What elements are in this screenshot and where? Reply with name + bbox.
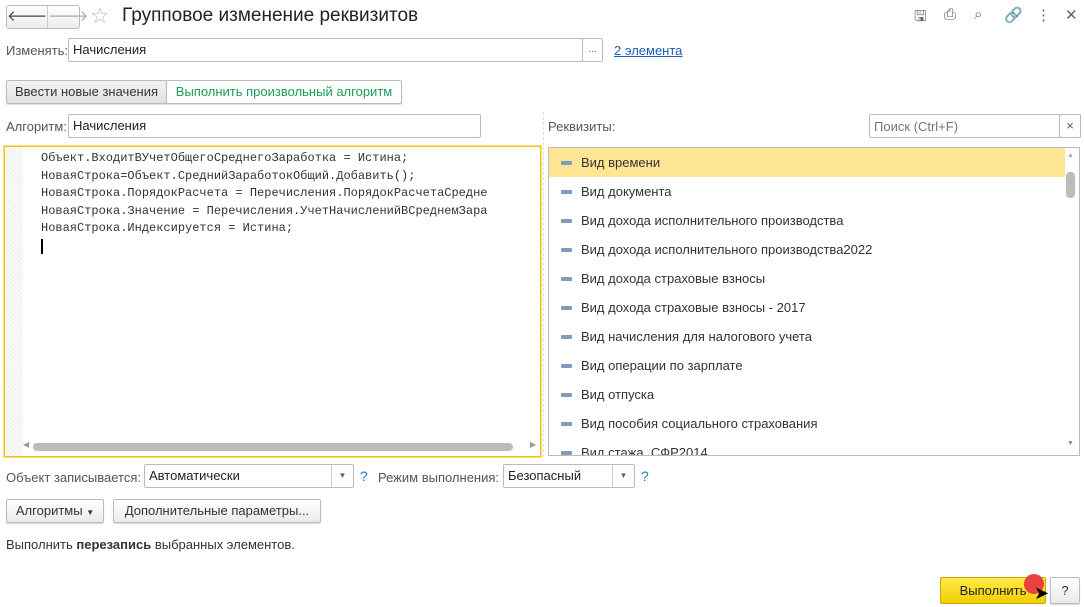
info-text: Выполнить перезапись выбранных элементов… [6,537,295,552]
close-icon[interactable]: ✕ [1065,6,1078,24]
horizontal-scrollbar[interactable]: ◀ ▶ [23,440,536,452]
attribute-icon [561,190,572,194]
list-item[interactable]: Вид отпуска [549,380,1065,409]
nav-buttons: 🡐 🡒 [6,5,88,29]
algorithms-button[interactable]: Алгоритмы ▼ [6,499,104,523]
attributes-list[interactable]: Вид времени Вид документа Вид дохода испол… [548,147,1080,456]
attribute-icon [561,364,572,368]
search-clear-button[interactable]: × [1059,114,1081,138]
mode-label: Режим выполнения: [378,470,500,485]
tab-new-values[interactable]: Ввести новые значения [6,80,167,104]
list-item[interactable]: Вид дохода страховые взносы - 2017 [549,293,1065,322]
list-item-label: Вид дохода страховые взносы [581,271,766,286]
attribute-icon [561,335,572,339]
code-editor[interactable]: Объект.ВходитВУчетОбщегоСреднегоЗаработк… [3,145,542,458]
splitter[interactable] [543,112,544,457]
print-icon[interactable]: ⎙ [944,6,956,23]
code-line: НоваяСтрока.Индексируется = Истина; [41,221,294,235]
write-label: Объект записывается: [6,470,141,485]
algorithms-label: Алгоритмы [15,503,83,518]
list-item[interactable]: Вид времени [549,148,1065,177]
help-button[interactable]: ? [1050,577,1080,604]
write-select[interactable]: Автоматически ▼ [144,464,354,488]
list-item-label: Вид отпуска [581,387,655,402]
change-label: Изменять: [6,43,69,58]
attribute-icon [561,422,572,426]
list-item-label: Вид дохода исполнительного производства [581,213,844,228]
code-text[interactable]: Объект.ВходитВУчетОбщегоСреднегоЗаработк… [41,150,536,254]
code-line: Объект.ВходитВУчетОбщегоСреднегоЗаработк… [41,151,409,165]
search-input[interactable] [869,114,1060,138]
scroll-thumb[interactable] [33,443,513,451]
algorithm-label: Алгоритм: [6,119,67,134]
back-button[interactable]: 🡐 [7,6,47,28]
list-item-label: Вид стажа, СФР2014 [581,445,708,456]
select-button[interactable]: ... [582,38,603,62]
attributes-label: Реквизиты: [548,119,616,134]
scroll-thumb[interactable] [1066,172,1075,198]
list-item-label: Вид начисления для налогового учета [581,329,812,344]
elements-link[interactable]: 2 элемента [614,43,682,58]
list-item[interactable]: Вид дохода страховые взносы [549,264,1065,293]
list-item-label: Вид операции по зарплате [581,358,743,373]
list-item[interactable]: Вид операции по зарплате [549,351,1065,380]
write-help[interactable]: ? [360,468,368,484]
extra-params-button[interactable]: Дополнительные параметры... [113,499,321,523]
tab-custom-algorithm[interactable]: Выполнить произвольный алгоритм [166,80,402,104]
dropdown-icon[interactable]: ▼ [612,465,634,487]
favorite-star-icon[interactable]: ☆ [90,3,110,29]
list-item[interactable]: Вид пособия социального страхования [549,409,1065,438]
algorithm-field[interactable]: Начисления [68,114,481,138]
list-item[interactable]: Вид дохода исполнительного производства2… [549,235,1065,264]
text-cursor [41,238,43,254]
list-item[interactable]: Вид документа [549,177,1065,206]
list-item[interactable]: Вид начисления для налогового учета [549,322,1065,351]
attribute-icon [561,248,572,252]
scroll-left-icon[interactable]: ◀ [23,440,29,449]
save-icon[interactable]: 🖫 [914,6,927,31]
list-item-label: Вид времени [581,155,661,170]
scroll-right-icon[interactable]: ▶ [530,440,536,449]
attribute-icon [561,219,572,223]
info-bold: перезапись [76,537,152,552]
mode-select[interactable]: Безопасный ▼ [503,464,635,488]
link-icon[interactable]: 🔗 [1004,6,1023,24]
mode-value: Безопасный [508,468,582,483]
list-item[interactable]: Вид стажа, СФР2014 [549,438,1065,456]
preview-icon[interactable]: ⌕ [974,6,982,23]
info-prefix: Выполнить [6,537,77,552]
list-item-label: Вид дохода страховые взносы - 2017 [581,300,806,315]
attribute-icon [561,161,572,165]
attribute-icon [561,451,572,455]
code-line: НоваяСтрока.ПорядокРасчета = Перечислени… [41,186,488,200]
vertical-scrollbar[interactable]: ▲ ▼ [1065,148,1077,455]
page-title: Групповое изменение реквизитов [122,5,419,26]
list-item-label: Вид документа [581,184,672,199]
forward-button[interactable]: 🡒 [47,6,88,28]
code-line: НоваяСтрока=Объект.СреднийЗаработокОбщий… [41,168,416,183]
info-suffix: выбранных элементов. [151,537,295,552]
attribute-icon [561,306,572,310]
more-icon[interactable]: ⋮ [1036,6,1051,24]
dropdown-icon[interactable]: ▼ [331,465,353,487]
attribute-icon [561,393,572,397]
mouse-cursor-icon: ➤ [1034,583,1050,603]
editor-gutter [5,147,23,456]
list-item[interactable]: Вид дохода исполнительного производства [549,206,1065,235]
list-item-label: Вид пособия социального страхования [581,416,818,431]
write-value: Автоматически [149,468,240,483]
code-line: НоваяСтрока.Значение = Перечисления.Учет… [41,203,488,218]
list-item-label: Вид дохода исполнительного производства2… [581,242,873,257]
attribute-icon [561,277,572,281]
scroll-up-icon[interactable]: ▲ [1067,152,1074,159]
scroll-down-icon[interactable]: ▼ [1067,440,1074,447]
dropdown-icon: ▼ [86,508,95,517]
mode-help[interactable]: ? [641,468,649,484]
change-field[interactable]: Начисления [68,38,583,62]
